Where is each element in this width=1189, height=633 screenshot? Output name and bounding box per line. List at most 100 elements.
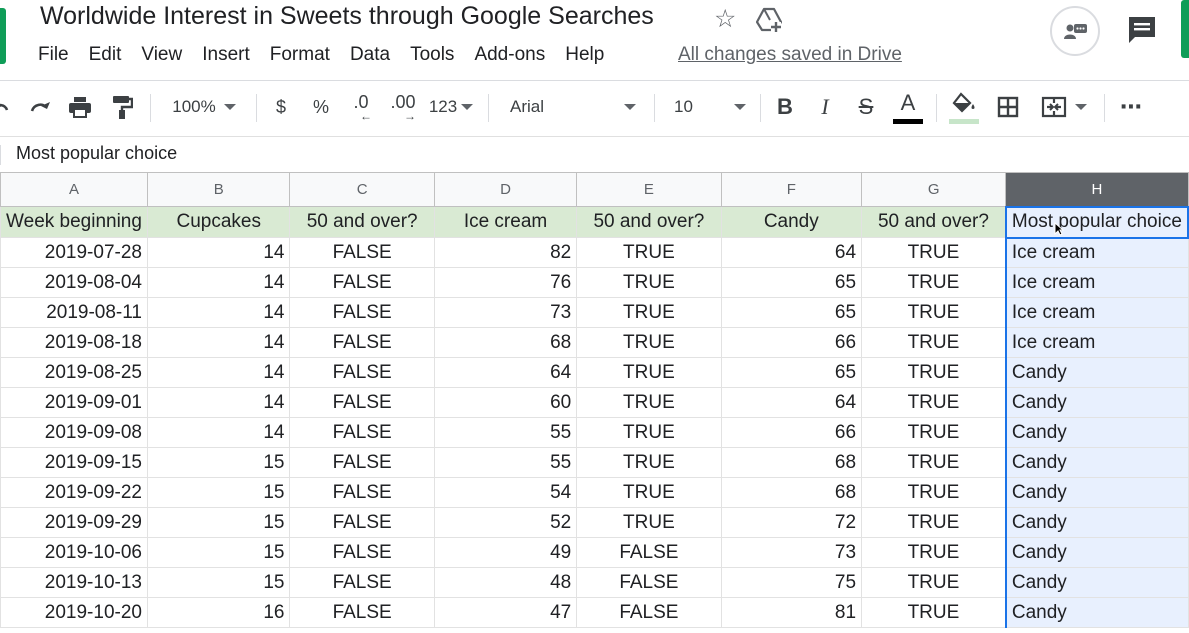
cell[interactable]: 64 bbox=[433, 357, 578, 388]
star-icon[interactable]: ☆ bbox=[714, 4, 736, 34]
bold-button[interactable]: B bbox=[768, 84, 802, 130]
formula-bar-content[interactable]: Most popular choice bbox=[16, 143, 177, 164]
cell[interactable]: 2019-08-25 bbox=[0, 357, 148, 388]
cell[interactable]: 72 bbox=[720, 507, 863, 538]
cell[interactable]: TRUE bbox=[576, 447, 722, 478]
cell[interactable]: 15 bbox=[146, 447, 291, 478]
cell[interactable]: 68 bbox=[720, 477, 863, 508]
formula-bar[interactable]: Most popular choice bbox=[0, 136, 1189, 171]
cell[interactable]: 14 bbox=[146, 327, 291, 358]
cell[interactable]: 2019-09-01 bbox=[0, 387, 148, 418]
cell[interactable]: 76 bbox=[433, 267, 578, 298]
cell[interactable]: FALSE bbox=[289, 567, 435, 598]
cell[interactable]: 73 bbox=[433, 297, 578, 328]
cell[interactable]: 65 bbox=[720, 297, 863, 328]
cell[interactable]: TRUE bbox=[576, 237, 722, 268]
cell[interactable]: TRUE bbox=[861, 237, 1007, 268]
cell[interactable]: TRUE bbox=[861, 267, 1007, 298]
cell[interactable]: FALSE bbox=[289, 327, 435, 358]
paint-format-icon[interactable] bbox=[104, 84, 140, 130]
header-cell[interactable]: 50 and over? bbox=[861, 206, 1007, 238]
save-status-link[interactable]: All changes saved in Drive bbox=[678, 42, 902, 68]
header-cell[interactable]: Week beginning bbox=[0, 206, 148, 238]
cell[interactable]: 81 bbox=[720, 597, 863, 628]
font-family-select[interactable]: Arial bbox=[500, 84, 640, 130]
cell[interactable]: 2019-10-13 bbox=[0, 567, 148, 598]
cell[interactable]: Ice cream bbox=[1004, 267, 1189, 298]
menu-format[interactable]: Format bbox=[260, 42, 340, 68]
cell[interactable]: FALSE bbox=[289, 507, 435, 538]
cell[interactable]: FALSE bbox=[576, 597, 722, 628]
cell[interactable]: TRUE bbox=[861, 507, 1007, 538]
column-header-e[interactable]: E bbox=[576, 172, 722, 207]
cell[interactable]: 47 bbox=[433, 597, 578, 628]
cell[interactable]: 14 bbox=[146, 417, 291, 448]
header-cell[interactable]: Candy bbox=[720, 206, 863, 238]
cell[interactable]: TRUE bbox=[861, 567, 1007, 598]
cell[interactable]: TRUE bbox=[861, 387, 1007, 418]
cell[interactable]: FALSE bbox=[289, 477, 435, 508]
cell[interactable]: FALSE bbox=[289, 447, 435, 478]
cell[interactable]: Ice cream bbox=[1004, 327, 1189, 358]
cell[interactable]: Candy bbox=[1004, 537, 1189, 568]
cell[interactable]: TRUE bbox=[576, 477, 722, 508]
cell[interactable]: 15 bbox=[146, 537, 291, 568]
cell[interactable]: Candy bbox=[1004, 357, 1189, 388]
redo-icon[interactable] bbox=[24, 84, 56, 130]
cell[interactable]: 73 bbox=[720, 537, 863, 568]
cell[interactable]: 14 bbox=[146, 237, 291, 268]
cell[interactable]: TRUE bbox=[861, 327, 1007, 358]
menu-help[interactable]: Help bbox=[555, 42, 614, 68]
menu-insert[interactable]: Insert bbox=[192, 42, 260, 68]
column-header-d[interactable]: D bbox=[433, 172, 578, 207]
cell[interactable]: 2019-07-28 bbox=[0, 237, 148, 268]
cell[interactable]: 15 bbox=[146, 507, 291, 538]
cell[interactable]: 75 bbox=[720, 567, 863, 598]
cell[interactable]: Candy bbox=[1004, 417, 1189, 448]
cell[interactable]: 52 bbox=[433, 507, 578, 538]
cell[interactable]: TRUE bbox=[576, 327, 722, 358]
cell[interactable]: Ice cream bbox=[1004, 237, 1189, 268]
fill-color-button[interactable] bbox=[944, 84, 984, 130]
cell[interactable]: 14 bbox=[146, 387, 291, 418]
cell[interactable]: 14 bbox=[146, 297, 291, 328]
text-color-button[interactable]: A bbox=[888, 84, 928, 130]
strikethrough-button[interactable]: S bbox=[848, 84, 884, 130]
document-title[interactable]: Worldwide Interest in Sweets through Goo… bbox=[40, 2, 654, 31]
cell[interactable]: FALSE bbox=[289, 267, 435, 298]
cell[interactable]: 2019-10-20 bbox=[0, 597, 148, 628]
more-formats-button[interactable]: 123 bbox=[426, 84, 476, 130]
cell[interactable]: TRUE bbox=[861, 477, 1007, 508]
italic-button[interactable]: I bbox=[808, 84, 842, 130]
cell[interactable]: 66 bbox=[720, 327, 863, 358]
cell[interactable]: FALSE bbox=[289, 297, 435, 328]
cell[interactable]: 2019-10-06 bbox=[0, 537, 148, 568]
cell[interactable]: Ice cream bbox=[1004, 297, 1189, 328]
cell[interactable]: TRUE bbox=[576, 267, 722, 298]
cell[interactable]: 54 bbox=[433, 477, 578, 508]
cell[interactable]: FALSE bbox=[576, 537, 722, 568]
cell[interactable]: 14 bbox=[146, 357, 291, 388]
cell[interactable]: 15 bbox=[146, 567, 291, 598]
column-header-f[interactable]: F bbox=[720, 172, 863, 207]
cell[interactable]: 2019-09-15 bbox=[0, 447, 148, 478]
cell[interactable]: 16 bbox=[146, 597, 291, 628]
column-header-c[interactable]: C bbox=[289, 172, 435, 207]
active-cell[interactable]: Most popular choice bbox=[1004, 205, 1189, 239]
cell[interactable]: TRUE bbox=[861, 447, 1007, 478]
cell[interactable]: TRUE bbox=[576, 387, 722, 418]
print-icon[interactable] bbox=[62, 84, 98, 130]
cell[interactable]: FALSE bbox=[289, 387, 435, 418]
cell[interactable]: 55 bbox=[433, 417, 578, 448]
percent-format-button[interactable]: % bbox=[306, 84, 336, 130]
cell[interactable]: TRUE bbox=[861, 417, 1007, 448]
cell[interactable]: FALSE bbox=[289, 597, 435, 628]
currency-format-button[interactable]: $ bbox=[266, 84, 296, 130]
cell[interactable]: FALSE bbox=[289, 237, 435, 268]
cell[interactable]: Candy bbox=[1004, 567, 1189, 598]
increase-decimal-button[interactable]: .00 → bbox=[384, 84, 422, 130]
decrease-decimal-button[interactable]: .0 ← bbox=[344, 84, 378, 130]
cell[interactable]: TRUE bbox=[861, 297, 1007, 328]
cell[interactable]: TRUE bbox=[861, 357, 1007, 388]
move-to-drive-icon[interactable] bbox=[756, 6, 782, 32]
